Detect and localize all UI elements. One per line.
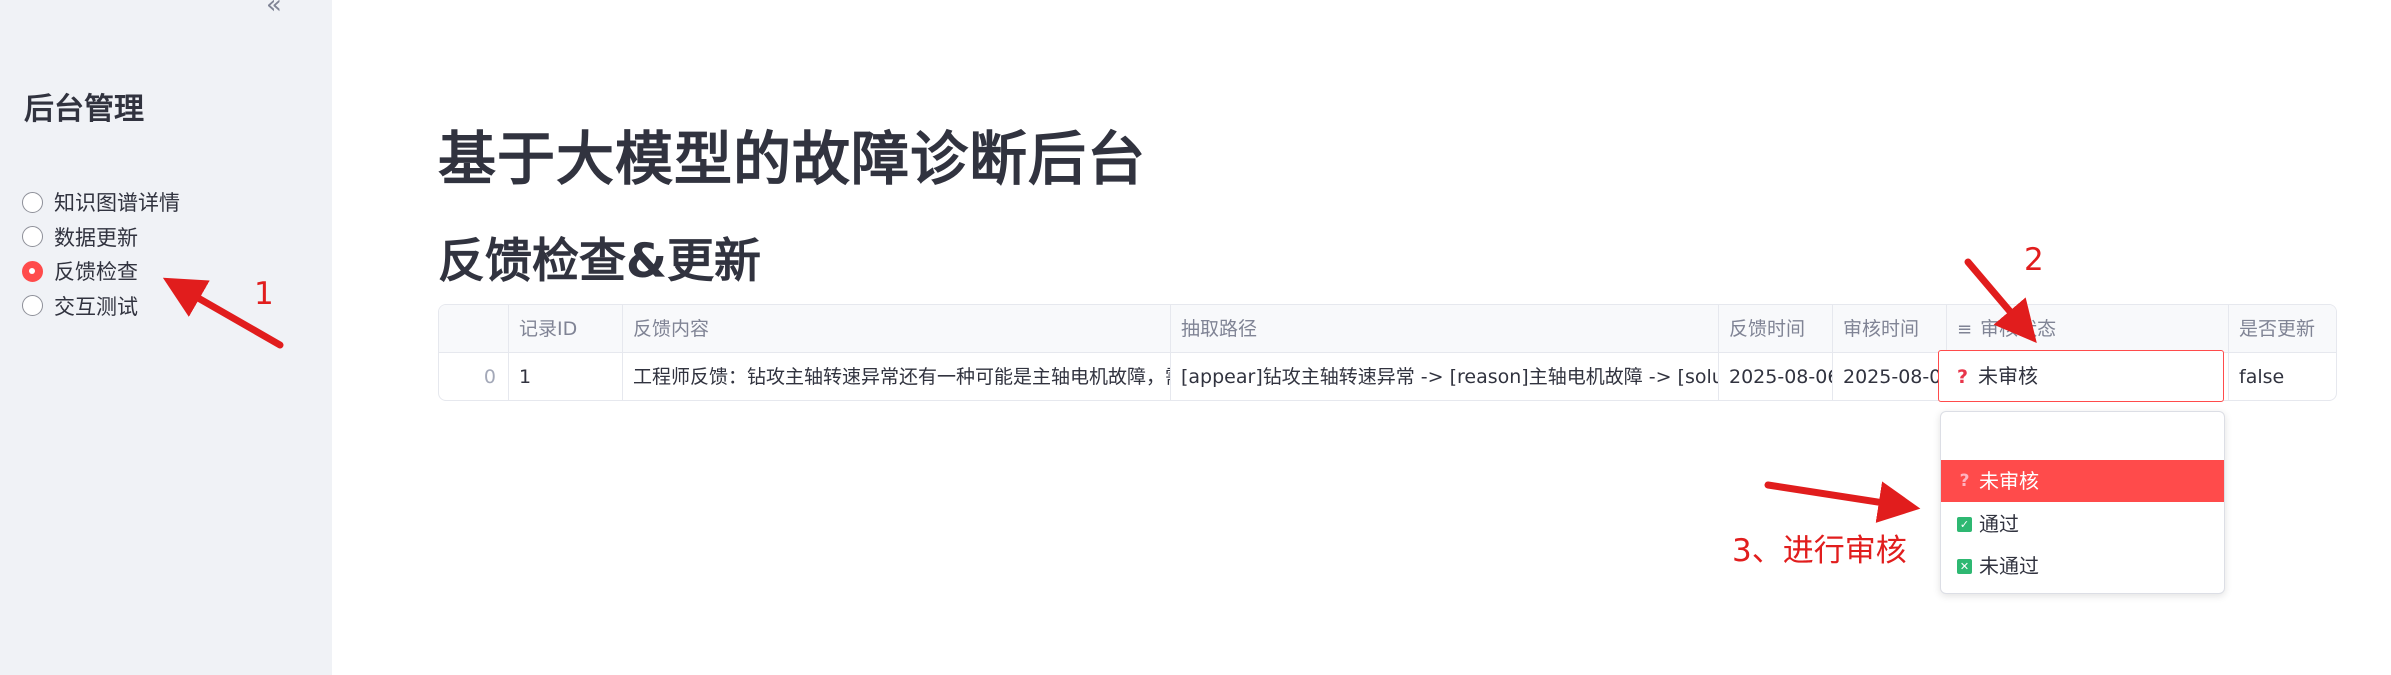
column-header-record-id[interactable]: 记录ID	[509, 305, 623, 353]
record-id-cell[interactable]: 1	[509, 353, 623, 400]
radio-selected-icon[interactable]	[22, 260, 43, 282]
section-title: 反馈检查&更新	[438, 234, 761, 289]
page-title: 基于大模型的故障诊断后台	[438, 125, 1147, 193]
column-header-index	[439, 305, 509, 353]
editable-column-icon: ≡	[1957, 319, 1973, 340]
column-header-status[interactable]: ≡ 审核状态	[1947, 305, 2229, 353]
nav-item-label: 反馈检查	[54, 260, 138, 285]
nav-item-knowledge-graph[interactable]: 知识图谱详情	[22, 185, 180, 220]
column-header-feedback[interactable]: 反馈内容	[623, 305, 1171, 353]
column-header-feedback-time[interactable]: 反馈时间	[1719, 305, 1833, 353]
review-time-cell[interactable]: 2025-08-06T1	[1833, 353, 1947, 400]
annotation-label-1: 1	[254, 276, 274, 312]
radio-icon[interactable]	[22, 295, 43, 317]
annotation-label-2: 2	[2024, 242, 2044, 278]
collapse-sidebar-icon[interactable]: «	[266, 0, 282, 20]
status-dropdown-menu: ? 未审核 ✓ 通过 ✕ 未通过	[1940, 411, 2225, 594]
status-option-label: 未审核	[1979, 469, 2039, 493]
status-select-value: 未审核	[1978, 364, 2039, 388]
nav-item-label: 数据更新	[54, 225, 138, 250]
radio-icon[interactable]	[22, 226, 43, 248]
cross-box-icon: ✕	[1957, 559, 1972, 574]
row-index-cell: 0	[439, 353, 509, 400]
annotation-label-3: 3、进行审核	[1732, 533, 1907, 569]
check-box-icon: ✓	[1957, 517, 1972, 532]
column-header-path[interactable]: 抽取路径	[1171, 305, 1719, 353]
status-option-rejected[interactable]: ✕ 未通过	[1941, 545, 2224, 587]
nav-item-data-update[interactable]: 数据更新	[22, 220, 180, 255]
radio-icon[interactable]	[22, 191, 43, 213]
status-option-label: 通过	[1979, 512, 2019, 536]
sidebar-title: 后台管理	[24, 92, 144, 127]
nav-item-label: 交互测试	[54, 294, 138, 319]
column-header-status-label: 审核状态	[1980, 318, 2057, 340]
nav-item-feedback-check[interactable]: 反馈检查	[22, 254, 180, 289]
sidebar: « 后台管理 知识图谱详情 数据更新 反馈检查 交互测试	[0, 0, 332, 675]
status-select-editor[interactable]: ? 未审核	[1938, 350, 2224, 402]
nav-item-label: 知识图谱详情	[54, 191, 180, 216]
path-cell[interactable]: [appear]钻攻主轴转速异常 -> [reason]主轴电机故障 -> [s…	[1171, 353, 1719, 400]
question-icon: ?	[1957, 366, 1969, 388]
status-option-approved[interactable]: ✓ 通过	[1941, 503, 2224, 545]
feedback-time-cell[interactable]: 2025-08-06T1	[1719, 353, 1833, 400]
column-header-review-time[interactable]: 审核时间	[1833, 305, 1947, 353]
app-window: « 后台管理 知识图谱详情 数据更新 反馈检查 交互测试 基于大模型的故障诊断后…	[0, 0, 2391, 675]
annotation-arrow-3	[1764, 481, 1921, 523]
nav-radio-group: 知识图谱详情 数据更新 反馈检查 交互测试	[22, 185, 180, 323]
feedback-cell[interactable]: 工程师反馈：钻攻主轴转速异常还有一种可能是主轴电机故障，需	[623, 353, 1171, 400]
question-icon: ?	[1959, 471, 1970, 491]
table-header: 记录ID 反馈内容 抽取路径 反馈时间 审核时间 ≡ 审核状态 是否更新	[439, 305, 2336, 353]
status-option-label: 未通过	[1979, 554, 2039, 578]
nav-item-interaction-test[interactable]: 交互测试	[22, 289, 180, 324]
updated-cell[interactable]: false	[2229, 353, 2336, 400]
status-option-pending[interactable]: ? 未审核	[1941, 460, 2224, 502]
column-header-updated[interactable]: 是否更新	[2229, 305, 2336, 353]
